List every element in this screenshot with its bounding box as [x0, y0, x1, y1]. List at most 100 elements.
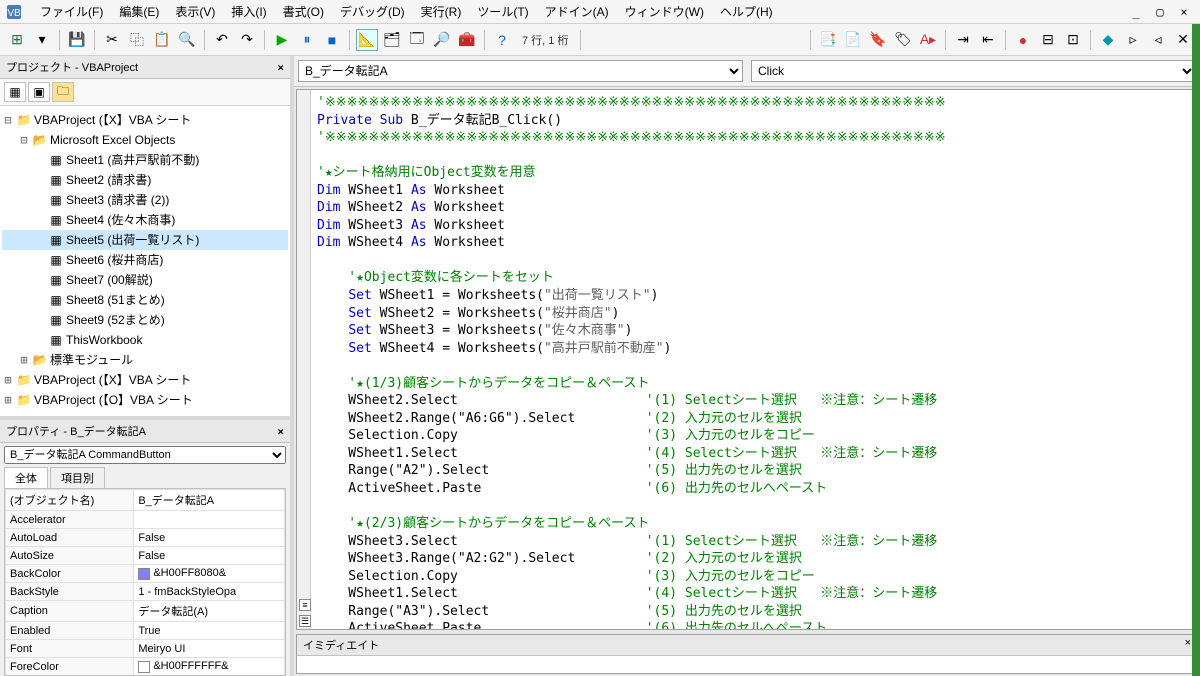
properties-icon[interactable]: 🗔: [406, 29, 428, 51]
indent-icon[interactable]: ⇥: [952, 29, 974, 51]
pause-icon[interactable]: ⏸: [296, 29, 318, 51]
property-value[interactable]: False: [134, 547, 285, 565]
toolbox-icon[interactable]: 🧰: [456, 29, 478, 51]
full-module-view-icon[interactable]: ☰: [299, 615, 311, 627]
properties-tab-all[interactable]: 全体: [4, 467, 48, 488]
help-icon[interactable]: ?: [491, 29, 513, 51]
tree-node[interactable]: ▦Sheet7 (00解説): [2, 270, 288, 290]
breakpoint-icon[interactable]: ●: [1012, 29, 1034, 51]
property-value[interactable]: [134, 511, 285, 529]
view-dropdown-icon[interactable]: ▾: [31, 29, 53, 51]
tree-node[interactable]: ⊞📂標準モジュール: [2, 350, 288, 370]
properties-tab-categorized[interactable]: 項目別: [50, 467, 105, 488]
design-mode-icon[interactable]: 📐: [356, 29, 378, 51]
property-value[interactable]: 1 - fmBackStyleOpa: [134, 583, 285, 601]
menu-item[interactable]: デバッグ(D): [332, 3, 413, 21]
properties-grid[interactable]: (オブジェクト名)B_データ転記AAcceleratorAutoLoadFals…: [4, 489, 286, 676]
run-icon[interactable]: ▶: [271, 29, 293, 51]
property-name: ForeColor: [6, 658, 134, 676]
properties-tabs: 全体 項目別: [4, 467, 286, 489]
tree-node[interactable]: ⊞📁VBAProject (【X】VBA シート: [2, 370, 288, 390]
app-logo-icon: VB: [6, 3, 24, 21]
tree-node[interactable]: ▦Sheet8 (51まとめ): [2, 290, 288, 310]
code-margin: ≡ ☰: [297, 90, 311, 629]
uncomment-icon[interactable]: ⊡: [1062, 29, 1084, 51]
menu-item[interactable]: 編集(E): [111, 3, 167, 21]
object-browser-icon[interactable]: 🔎: [431, 29, 453, 51]
tree-node[interactable]: ⊟📁VBAProject (【X】VBA シート: [2, 110, 288, 130]
svg-text:VB: VB: [7, 8, 21, 19]
save-icon[interactable]: 💾: [66, 29, 88, 51]
property-value[interactable]: Meiryo UI: [134, 640, 285, 658]
toggle-folders-icon[interactable]: 🗀: [52, 82, 74, 102]
tree-node[interactable]: ▦Sheet1 (高井戸駅前不動): [2, 150, 288, 170]
project-explorer-close-icon[interactable]: ×: [277, 61, 284, 74]
property-value[interactable]: &H00FF8080&: [134, 565, 285, 583]
tree-node[interactable]: ▦Sheet4 (佐々木商事): [2, 210, 288, 230]
property-name: (オブジェクト名): [6, 490, 134, 511]
properties-object-select[interactable]: B_データ転記A CommandButton: [4, 446, 286, 464]
menu-item[interactable]: 表示(V): [167, 3, 223, 21]
tree-node[interactable]: ▦Sheet3 (請求書 (2)): [2, 190, 288, 210]
excel-icon[interactable]: ⊞: [6, 29, 28, 51]
edit-tool-2-icon[interactable]: 📄: [842, 29, 864, 51]
edit-tool-1-icon[interactable]: 📑: [817, 29, 839, 51]
tree-node[interactable]: ▦Sheet6 (桜井商店): [2, 250, 288, 270]
main-toolbar: ⊞ ▾ 💾 ✂ ⿻ 📋 🔍 ↶ ↷ ▶ ⏸ ■ 📐 🗂 🗔 🔎 🧰 ? 7 行,…: [0, 24, 1200, 56]
menu-item[interactable]: 実行(R): [413, 3, 470, 21]
restore-button[interactable]: ▢: [1150, 5, 1170, 19]
immediate-window[interactable]: イミディエイト ×: [296, 634, 1198, 674]
code-editor[interactable]: ≡ ☰ '※※※※※※※※※※※※※※※※※※※※※※※※※※※※※※※※※※※…: [296, 89, 1198, 630]
properties-title: プロパティ - B_データ転記A ×: [0, 420, 290, 443]
project-explorer-toolbar: ▦ ▣ 🗀: [0, 79, 290, 106]
menu-item[interactable]: ウィンドウ(W): [617, 3, 712, 21]
object-dropdown[interactable]: B_データ転記A: [298, 60, 743, 82]
property-value[interactable]: False: [134, 529, 285, 547]
comment-icon[interactable]: ⊟: [1037, 29, 1059, 51]
procedure-dropdown[interactable]: Click: [751, 60, 1196, 82]
copy-icon[interactable]: ⿻: [126, 29, 148, 51]
redo-icon[interactable]: ↷: [236, 29, 258, 51]
property-name: Accelerator: [6, 511, 134, 529]
menu-item[interactable]: ツール(T): [469, 3, 536, 21]
outdent-icon[interactable]: ⇤: [977, 29, 999, 51]
tree-node[interactable]: ▦Sheet5 (出荷一覧リスト): [2, 230, 288, 250]
cut-icon[interactable]: ✂: [101, 29, 123, 51]
minimize-button[interactable]: _: [1126, 5, 1146, 19]
property-value[interactable]: データ転記(A): [134, 601, 285, 622]
properties-close-icon[interactable]: ×: [277, 425, 284, 438]
tree-node[interactable]: ⊟📂Microsoft Excel Objects: [2, 130, 288, 150]
edit-tool-3-icon[interactable]: 🔖: [867, 29, 889, 51]
menu-item[interactable]: ヘルプ(H): [712, 3, 781, 21]
property-value[interactable]: &H00FFFFFF&: [134, 658, 285, 676]
menu-item[interactable]: ファイル(F): [32, 3, 111, 21]
tree-node[interactable]: ▦Sheet9 (52まとめ): [2, 310, 288, 330]
immediate-title-text: イミディエイト: [303, 637, 379, 653]
bookmark-prev-icon[interactable]: ◃: [1147, 29, 1169, 51]
project-explorer-icon[interactable]: 🗂: [381, 29, 403, 51]
procedure-view-icon[interactable]: ≡: [299, 599, 311, 611]
edit-tool-4-icon[interactable]: 🏷: [892, 29, 914, 51]
menu-item[interactable]: 挿入(I): [223, 3, 274, 21]
project-tree[interactable]: ⊟📁VBAProject (【X】VBA シート⊟📂Microsoft Exce…: [0, 106, 290, 416]
menu-item[interactable]: アドイン(A): [537, 3, 617, 21]
undo-icon[interactable]: ↶: [211, 29, 233, 51]
menu-item[interactable]: 書式(O): [275, 3, 332, 21]
close-button[interactable]: ×: [1174, 5, 1194, 19]
property-value[interactable]: True: [134, 622, 285, 640]
bookmark-next-icon[interactable]: ▹: [1122, 29, 1144, 51]
property-name: AutoLoad: [6, 529, 134, 547]
tree-node[interactable]: ▦Sheet2 (請求書): [2, 170, 288, 190]
view-object-icon[interactable]: ▣: [28, 82, 50, 102]
immediate-close-icon[interactable]: ×: [1185, 637, 1191, 653]
paste-icon[interactable]: 📋: [151, 29, 173, 51]
tree-node[interactable]: ⊞📁VBAProject (【O】VBA シート: [2, 390, 288, 410]
edit-tool-5-icon[interactable]: A▸: [917, 29, 939, 51]
bookmark-clear-icon[interactable]: ✕: [1172, 29, 1194, 51]
property-value[interactable]: B_データ転記A: [134, 490, 285, 511]
view-code-icon[interactable]: ▦: [4, 82, 26, 102]
stop-icon[interactable]: ■: [321, 29, 343, 51]
tree-node[interactable]: ▦ThisWorkbook: [2, 330, 288, 350]
bookmark-toggle-icon[interactable]: ◆: [1097, 29, 1119, 51]
find-icon[interactable]: 🔍: [176, 29, 198, 51]
